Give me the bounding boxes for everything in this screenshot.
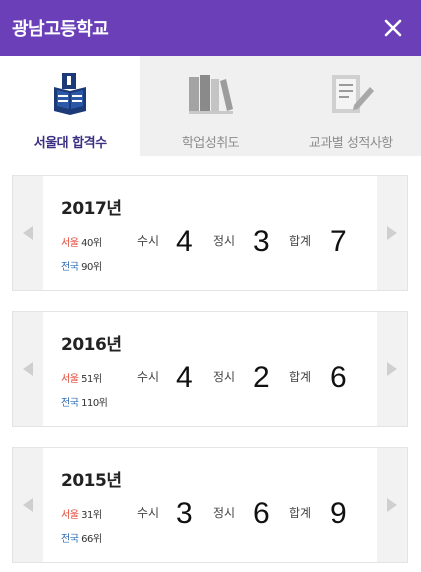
seoul-label: 서울 xyxy=(61,510,79,521)
total-label: 합계 xyxy=(289,370,312,384)
university-book-icon xyxy=(42,70,98,118)
year-card: 2016년 서울 51위 전국 110위 수시 4 정시 2 합계 6 xyxy=(12,311,408,427)
jeongsi-label: 정시 xyxy=(213,506,236,520)
nation-label: 전국 xyxy=(61,534,79,545)
prev-arrow-icon[interactable] xyxy=(21,497,35,513)
year-label: 2017년 xyxy=(61,199,122,219)
jeongsi-value: 3 xyxy=(253,225,270,258)
susi-label: 수시 xyxy=(137,506,160,520)
card-content: 2015년 서울 31위 전국 66위 수시 3 정시 6 합계 9 xyxy=(43,448,377,562)
susi-label: 수시 xyxy=(137,234,160,248)
year-card: 2015년 서울 31위 전국 66위 수시 3 정시 6 합계 9 xyxy=(12,447,408,563)
year-label: 2015년 xyxy=(61,471,122,491)
tab-seoul-univ[interactable]: 서울대 합격수 xyxy=(0,56,141,156)
seoul-rank: 서울 40위 xyxy=(61,234,102,249)
year-label: 2016년 xyxy=(61,335,122,355)
close-icon xyxy=(384,19,402,37)
seoul-label: 서울 xyxy=(61,374,79,385)
nation-label: 전국 xyxy=(61,262,79,273)
close-button[interactable] xyxy=(379,14,407,42)
prev-arrow-icon[interactable] xyxy=(21,361,35,377)
next-arrow-icon[interactable] xyxy=(385,497,399,513)
susi-label: 수시 xyxy=(137,370,160,384)
nation-rank-value: 110위 xyxy=(81,398,108,409)
jeongsi-value: 6 xyxy=(253,497,270,530)
year-card: 2017년 서울 40위 전국 90위 수시 4 정시 3 합계 7 xyxy=(12,175,408,291)
jeongsi-value: 2 xyxy=(253,361,270,394)
jeongsi-label: 정시 xyxy=(213,234,236,248)
susi-value: 4 xyxy=(176,225,193,258)
prev-arrow-icon[interactable] xyxy=(21,225,35,241)
seoul-label: 서울 xyxy=(61,238,79,249)
tab-label: 학업성취도 xyxy=(181,136,240,151)
next-arrow-icon[interactable] xyxy=(385,361,399,377)
card-content: 2017년 서울 40위 전국 90위 수시 4 정시 3 합계 7 xyxy=(43,176,377,290)
tab-label: 교과별 성적사항 xyxy=(308,136,393,151)
report-pencil-icon xyxy=(323,70,379,118)
nation-label: 전국 xyxy=(61,398,79,409)
total-value: 6 xyxy=(330,361,347,394)
tab-achievement[interactable]: 학업성취도 xyxy=(140,56,281,156)
total-label: 합계 xyxy=(289,234,312,248)
books-icon xyxy=(182,70,238,118)
tab-label: 서울대 합격수 xyxy=(33,136,107,151)
jeongsi-label: 정시 xyxy=(213,370,236,384)
next-arrow-icon[interactable] xyxy=(385,225,399,241)
total-value: 9 xyxy=(330,497,347,530)
nation-rank: 전국 110위 xyxy=(61,394,108,409)
tab-bar: 서울대 합격수 학업성취도 교과별 성적사항 xyxy=(0,56,421,156)
susi-value: 3 xyxy=(176,497,193,530)
card-content: 2016년 서울 51위 전국 110위 수시 4 정시 2 합계 6 xyxy=(43,312,377,426)
nation-rank-value: 90위 xyxy=(81,262,102,273)
susi-value: 4 xyxy=(176,361,193,394)
total-label: 합계 xyxy=(289,506,312,520)
seoul-rank-value: 31위 xyxy=(81,510,102,521)
total-value: 7 xyxy=(330,225,347,258)
app-header: 광남고등학교 xyxy=(0,0,421,56)
seoul-rank-value: 40위 xyxy=(81,238,102,249)
seoul-rank-value: 51위 xyxy=(81,374,102,385)
nation-rank: 전국 90위 xyxy=(61,258,102,273)
seoul-rank: 서울 31위 xyxy=(61,506,102,521)
school-title: 광남고등학교 xyxy=(12,19,109,40)
tab-subject-grades[interactable]: 교과별 성적사항 xyxy=(280,56,421,156)
nation-rank-value: 66위 xyxy=(81,534,102,545)
nation-rank: 전국 66위 xyxy=(61,530,102,545)
seoul-rank: 서울 51위 xyxy=(61,370,102,385)
